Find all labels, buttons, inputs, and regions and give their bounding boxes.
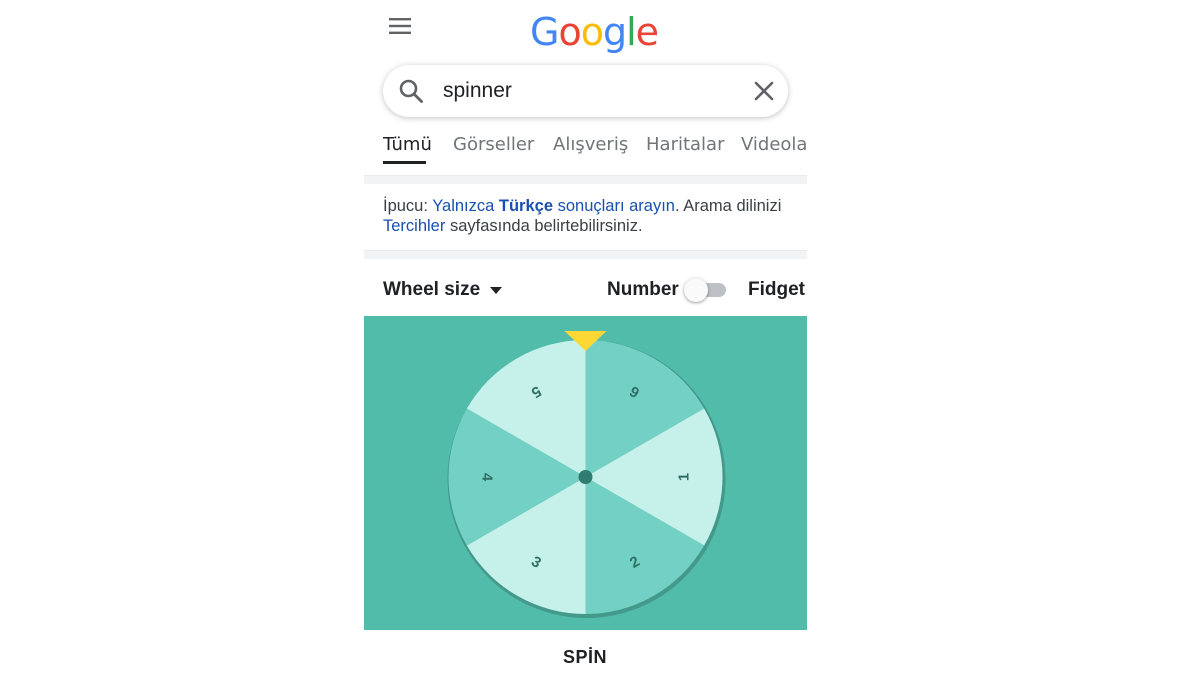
caret-down-icon bbox=[490, 286, 503, 294]
spinner-wheel[interactable]: 612345 bbox=[364, 316, 807, 630]
wheel-hub bbox=[578, 470, 593, 484]
tip-prefix: İpucu: bbox=[383, 197, 433, 215]
logo-letter: g bbox=[602, 10, 627, 54]
wheel-number-label: 1 bbox=[676, 473, 693, 481]
spinner-wheel-area[interactable]: 612345 bbox=[364, 316, 807, 630]
search-box bbox=[383, 65, 788, 117]
logo-letter: o bbox=[558, 10, 581, 54]
tab-maps[interactable]: Haritalar bbox=[646, 134, 725, 155]
tab-videos[interactable]: Videolar bbox=[741, 134, 807, 155]
tip-link-only[interactable]: Yalnızca bbox=[432, 197, 494, 215]
fidget-mode-label[interactable]: Fidget bbox=[748, 279, 805, 301]
tip-middle-text: . Arama dilinizi bbox=[675, 197, 782, 215]
tip-link-preferences[interactable]: Tercihler bbox=[383, 217, 445, 235]
spinner-controls: Wheel size Number Fidget bbox=[364, 264, 807, 316]
toggle-knob bbox=[684, 278, 708, 302]
logo-letter: l bbox=[626, 10, 637, 54]
tab-shopping[interactable]: Alışveriş bbox=[553, 134, 628, 155]
spin-button[interactable]: SPİN bbox=[540, 640, 630, 674]
divider-bar-2 bbox=[364, 250, 807, 259]
tab-all[interactable]: Tümü bbox=[383, 134, 432, 155]
search-tabs: Tümü Görseller Alışveriş Haritalar Video… bbox=[383, 128, 807, 168]
wheel-size-label: Wheel size bbox=[383, 279, 481, 300]
logo-letter: o bbox=[580, 10, 604, 54]
wheel-number-label: 4 bbox=[478, 473, 495, 482]
close-icon[interactable] bbox=[752, 79, 776, 103]
google-logo[interactable]: Google bbox=[530, 4, 659, 54]
tip-link-search-results[interactable]: sonuçları arayın bbox=[558, 197, 675, 215]
language-tip: İpucu: Yalnızca Türkçe sonuçları arayın.… bbox=[383, 196, 793, 236]
tip-link-turkish[interactable]: Türkçe bbox=[499, 197, 553, 215]
active-tab-underline bbox=[383, 161, 426, 164]
tab-images[interactable]: Görseller bbox=[453, 134, 534, 155]
page: Google Tümü Görseller Alışveriş Haritala… bbox=[0, 0, 1200, 675]
mode-toggle[interactable] bbox=[684, 278, 728, 302]
logo-letter: e bbox=[635, 10, 659, 54]
search-input[interactable] bbox=[441, 74, 735, 108]
search-icon[interactable] bbox=[397, 77, 425, 105]
divider-bar bbox=[364, 175, 807, 184]
hamburger-menu-icon[interactable] bbox=[387, 14, 413, 38]
number-mode-label[interactable]: Number bbox=[607, 279, 679, 301]
wheel-size-dropdown[interactable]: Wheel size bbox=[383, 279, 503, 301]
tip-suffix-text: sayfasında belirtebilirsiniz. bbox=[445, 217, 643, 235]
logo-letter: G bbox=[530, 10, 559, 54]
